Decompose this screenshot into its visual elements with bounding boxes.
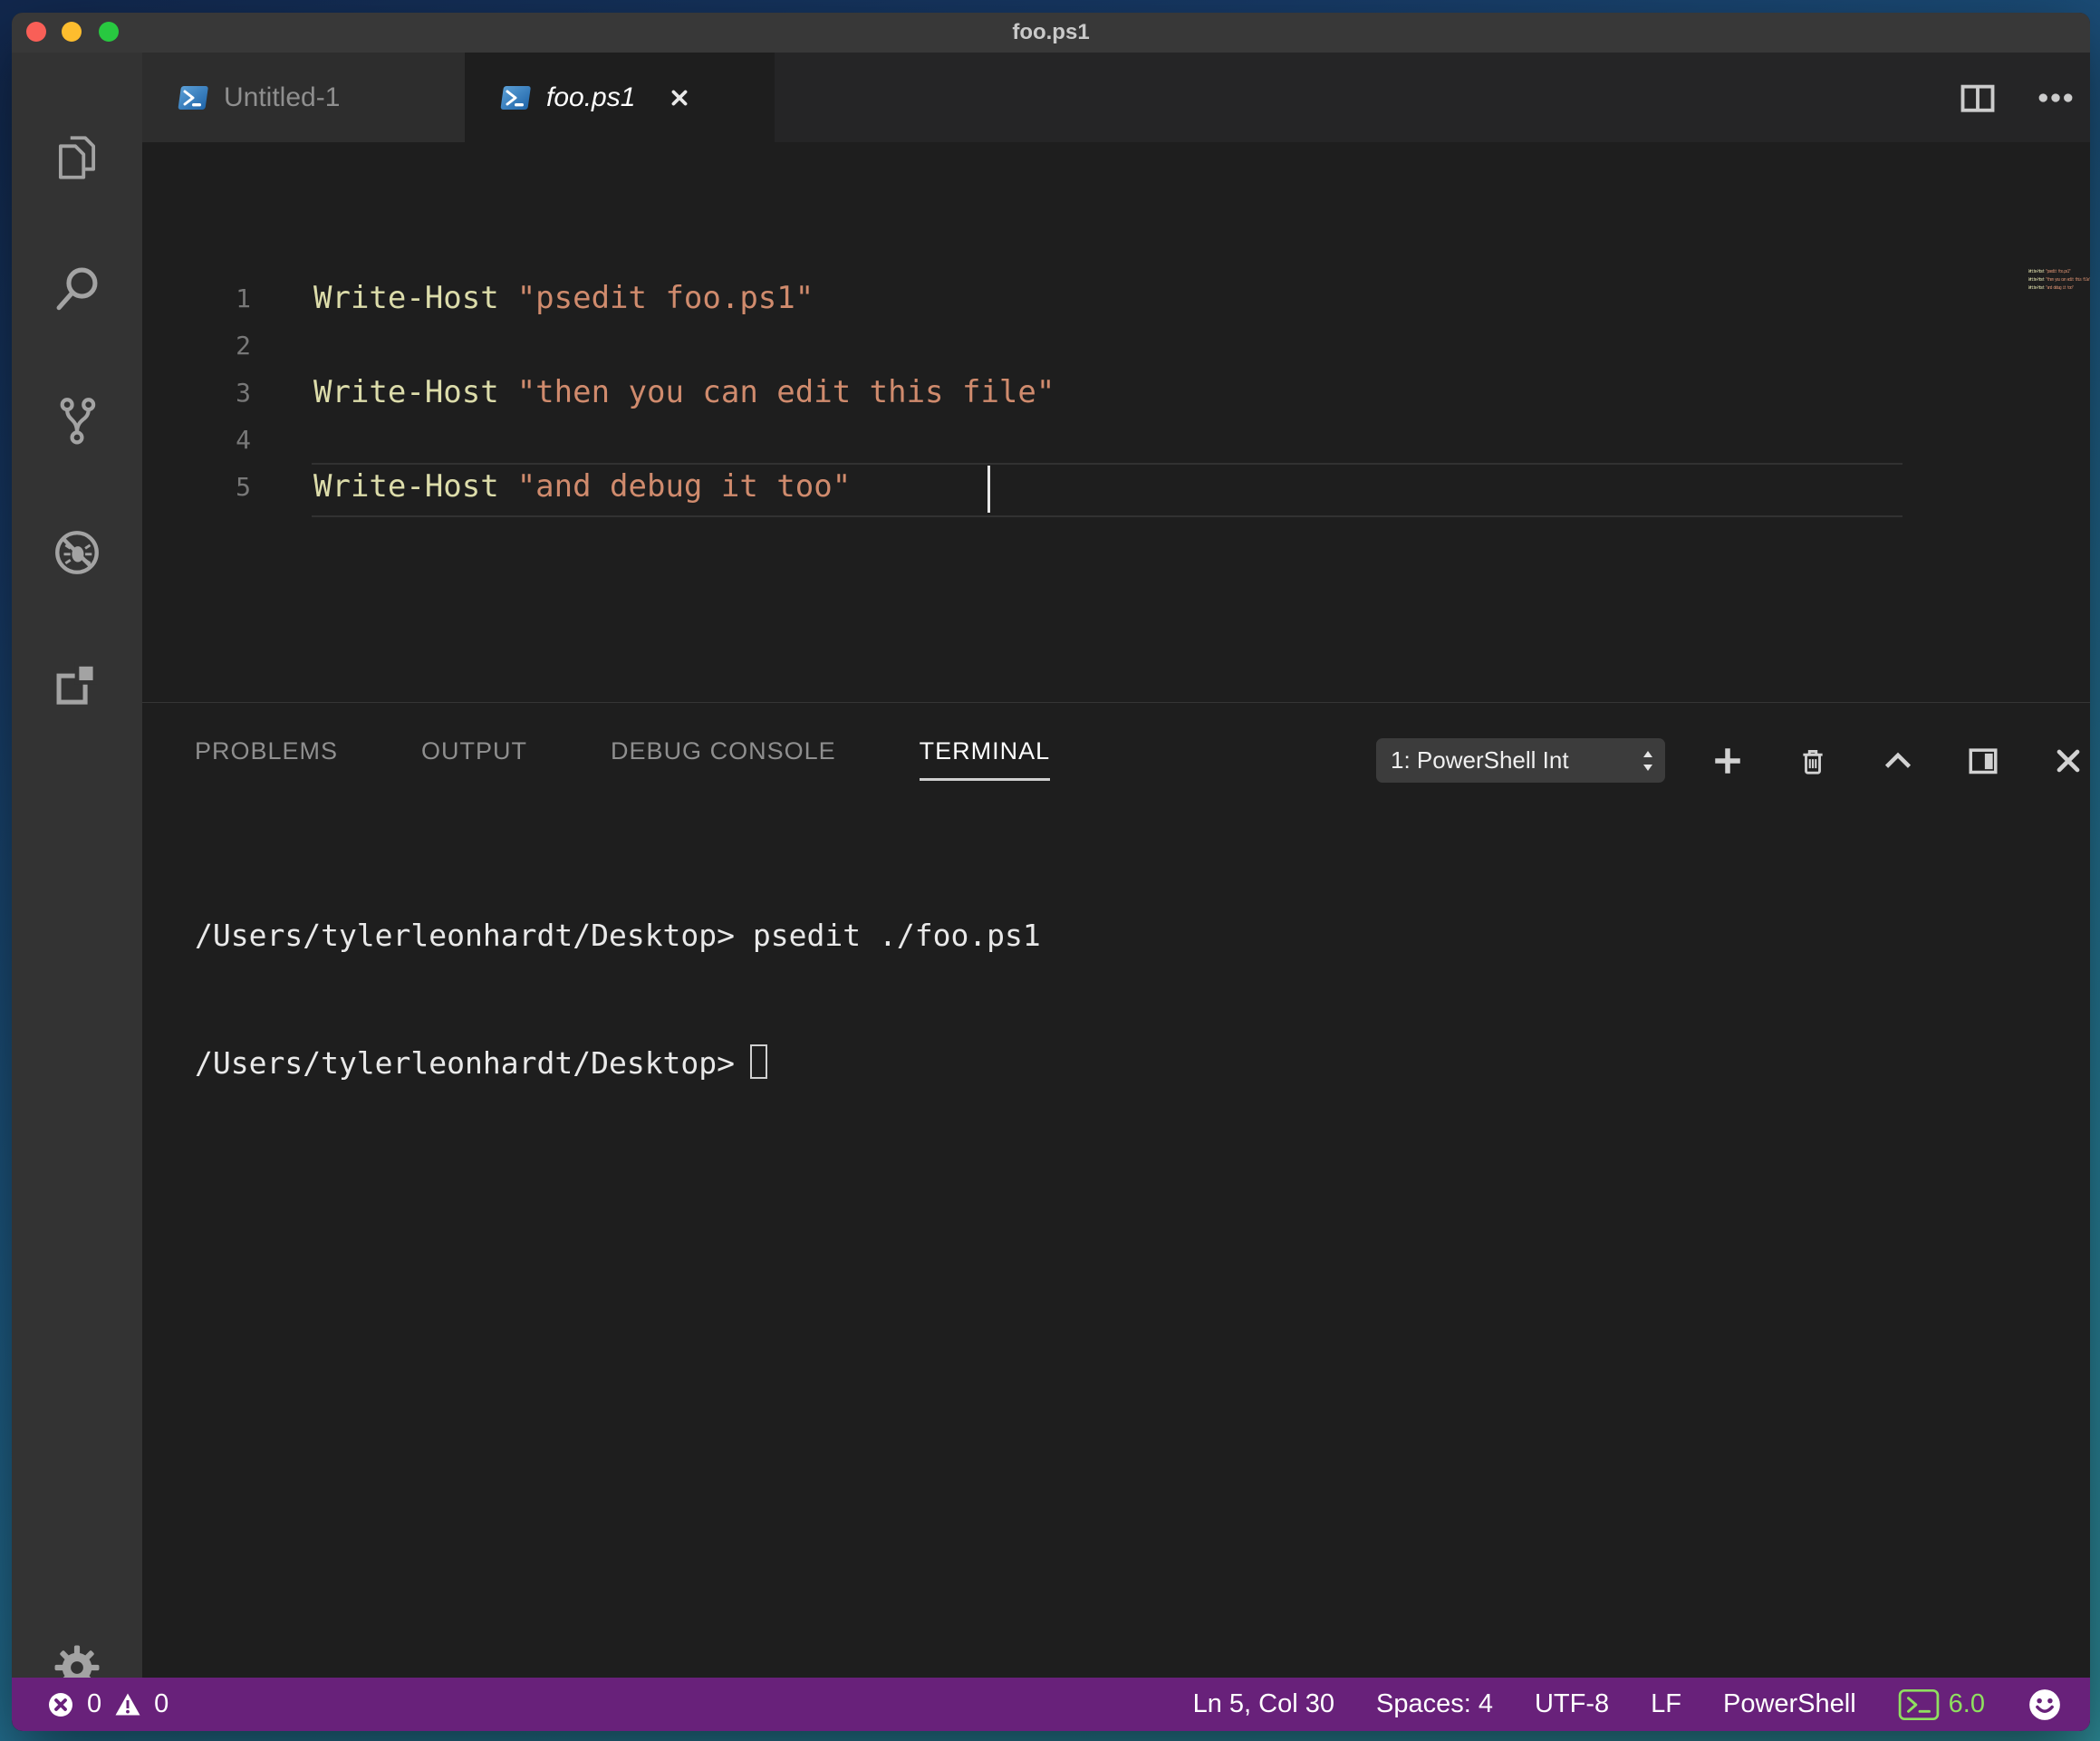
eol-status[interactable]: LF [1651,1689,1681,1719]
powershell-session-icon [1898,1688,1939,1720]
editor-area[interactable]: 1 Write-Host "psedit foo.ps1" 2 3 Write-H… [142,142,2090,702]
panel-tab-problems[interactable]: PROBLEMS [195,737,338,781]
select-arrows-icon [1643,750,1652,771]
tab-bar: Untitled-1 foo.ps1 [142,53,2090,142]
panel: PROBLEMS OUTPUT DEBUG CONSOLE TERMINAL 1… [142,702,2090,1678]
line-number: 1 [236,283,251,313]
vscode-window: foo.ps1 Untitled-1 foo.ps1 1 Write-Host … [12,13,2090,1731]
code-command: Write-Host [313,468,499,505]
panel-tab-debug-console[interactable]: DEBUG CONSOLE [611,737,836,781]
search-icon [56,267,98,311]
tab-label: foo.ps1 [546,82,636,112]
code-line: 2 [142,322,2090,369]
status-bar-right: Ln 5, Col 30 Spaces: 4 UTF-8 LF PowerShe… [1193,1687,2063,1723]
move-panel-icon[interactable] [1965,743,2001,779]
terminal-prompt: /Users/tylerleonhardt/Desktop> [195,918,736,953]
language-mode-status[interactable]: PowerShell [1723,1689,1856,1719]
tab-foo-ps1[interactable]: foo.ps1 [465,53,775,142]
terminal-output[interactable]: /Users/tylerleonhardt/Desktop> psedit ./… [195,829,1041,1169]
window-title: foo.ps1 [1012,20,1090,44]
activity-search[interactable] [12,236,142,341]
terminal-prompt: /Users/tylerleonhardt/Desktop> [195,1045,736,1081]
code-string: "and debug it too" [516,468,852,505]
code-string: "psedit foo.ps1" [516,280,814,316]
terminal-cursor [750,1044,768,1079]
code-line: 5 Write-Host "and debug it too" [142,463,2090,510]
minimap-line: Write-Host "psedit foo.ps1" [2028,269,2071,274]
error-icon [49,1692,72,1717]
feedback-smiley-icon[interactable] [2027,1687,2063,1723]
minimap[interactable]: Write-Host "psedit foo.ps1" Write-Host "th… [2028,268,2090,293]
minimap-line: Write-Host "and debug it too" [2028,285,2074,291]
new-terminal-icon[interactable] [1710,743,1746,779]
terminal-line: /Users/tylerleonhardt/Desktop> [195,1042,1041,1084]
desktop-background: foo.ps1 Untitled-1 foo.ps1 1 Write-Host … [0,0,2100,1741]
code-line: 3 Write-Host "then you can edit this file… [142,369,2090,416]
tab-label: Untitled-1 [224,82,341,112]
powershell-file-icon [178,85,208,110]
activity-bar [12,53,142,1690]
problems-status[interactable]: 0 0 [46,1689,169,1719]
line-number: 5 [236,471,251,502]
extensions-icon [56,662,98,705]
powershell-session-status[interactable]: 6.0 [1898,1688,1985,1721]
terminal-line: /Users/tylerleonhardt/Desktop> psedit ./… [195,914,1041,957]
warning-icon [115,1693,140,1715]
code-line: 4 [142,416,2090,463]
split-editor-icon[interactable] [1958,78,1998,118]
status-bar: 0 0 Ln 5, Col 30 Spaces: 4 UTF-8 LF Powe… [12,1678,2090,1731]
code-command: Write-Host [313,374,499,410]
maximize-panel-chevron-icon[interactable] [1880,743,1916,779]
activity-explorer[interactable] [12,105,142,210]
panel-tab-terminal[interactable]: TERMINAL [919,737,1051,781]
kill-terminal-trash-icon[interactable] [1795,743,1831,779]
line-number: 2 [236,330,251,361]
encoding-status[interactable]: UTF-8 [1535,1689,1609,1719]
tab-untitled-1[interactable]: Untitled-1 [142,53,465,142]
cursor-position-status[interactable]: Ln 5, Col 30 [1193,1689,1334,1719]
panel-actions [1710,738,2086,783]
panel-tabs: PROBLEMS OUTPUT DEBUG CONSOLE TERMINAL [195,737,1051,781]
terminal-command: psedit ./foo.ps1 [735,918,1041,953]
code-string: "then you can edit this file" [516,374,1055,410]
line-number: 4 [236,424,251,455]
code-command: Write-Host [313,280,499,316]
close-panel-icon[interactable] [2050,743,2086,779]
powershell-file-icon [500,85,531,110]
minimap-line: Write-Host "then you can edit this file" [2028,277,2090,283]
powershell-version: 6.0 [1948,1689,1985,1718]
files-icon [58,136,96,179]
activity-debug[interactable] [12,500,142,605]
debug-no-bug-icon [55,531,99,574]
tabbar-actions [1958,53,2076,142]
activity-extensions[interactable] [12,633,142,738]
terminal-instance-value: 1: PowerShell Int [1391,746,1569,774]
title-bar: foo.ps1 [12,13,2090,53]
error-count: 0 [87,1689,102,1718]
git-branch-icon [60,398,96,445]
line-number: 3 [236,377,251,408]
terminal-instance-select[interactable]: 1: PowerShell Int [1376,738,1665,783]
panel-tab-output[interactable]: OUTPUT [421,737,527,781]
editor-cursor [987,466,990,513]
code-line: 1 Write-Host "psedit foo.ps1" [142,274,2090,322]
indentation-status[interactable]: Spaces: 4 [1376,1689,1493,1719]
close-tab-icon[interactable] [666,84,693,111]
more-actions-icon[interactable] [2036,78,2076,118]
warning-count: 0 [154,1689,169,1718]
activity-source-control[interactable] [12,367,142,472]
